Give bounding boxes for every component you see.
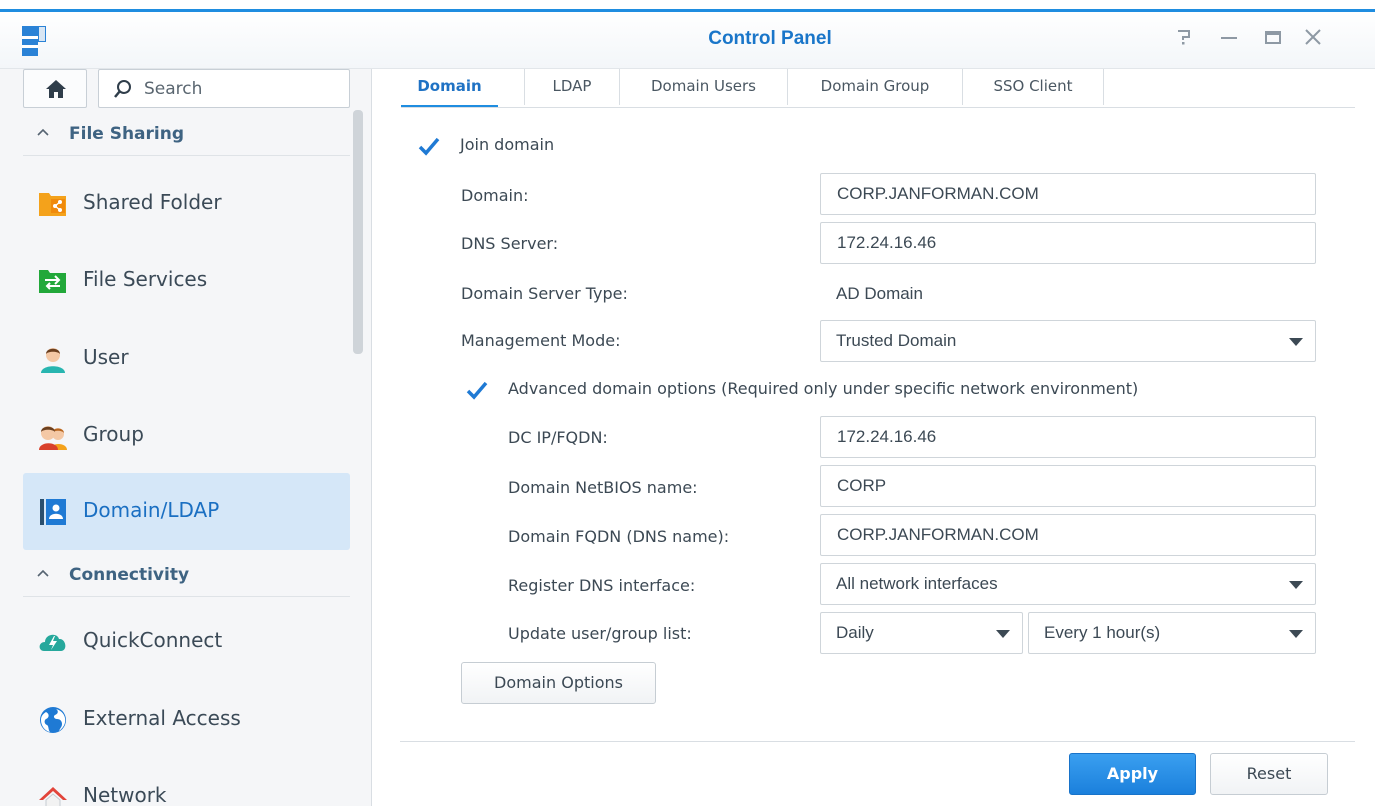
tab-sso-client[interactable]: SSO Client [963,69,1103,108]
sidebar-item-group[interactable]: Group [23,397,350,474]
sidebar-item-shared-folder[interactable]: Shared Folder [23,165,350,242]
join-domain-label: Join domain [460,135,555,154]
shared-folder-icon [39,193,66,216]
maximize-icon[interactable] [1256,24,1290,56]
domain-input[interactable] [837,183,1297,205]
sidebar-item-domain-ldap[interactable]: Domain/LDAP [23,473,350,550]
section-connectivity[interactable]: Connectivity [23,557,350,597]
home-icon [46,80,66,98]
chevron-up-icon [36,125,50,144]
sidebar-item-label: File Services [83,267,208,291]
domain-label: Domain: [461,186,529,205]
group-icon [39,426,67,450]
divider [23,596,350,597]
update-interval-value: Every 1 hour(s) [1044,623,1161,642]
register-dns-label: Register DNS interface: [508,576,696,595]
update-frequency-value: Daily [836,623,874,642]
tab-domain-users[interactable]: Domain Users [620,69,787,108]
dc-ip-field[interactable] [820,416,1316,458]
netbios-field[interactable] [820,465,1316,507]
chevron-down-icon [1289,630,1303,638]
fqdn-input[interactable] [837,524,1297,546]
reset-button[interactable]: Reset [1210,753,1328,795]
chevron-up-icon [36,566,50,585]
sidebar-item-label: Domain/LDAP [83,498,220,522]
server-type-label: Domain Server Type: [461,284,628,303]
dc-ip-input[interactable] [837,426,1297,448]
search-input[interactable] [144,77,342,101]
quickconnect-icon [39,634,66,651]
help-icon[interactable] [1167,24,1201,56]
file-services-icon [39,270,66,293]
external-access-icon [40,707,66,733]
sidebar-item-file-services[interactable]: File Services [23,242,350,319]
chevron-down-icon [996,630,1010,638]
sidebar-item-label: Shared Folder [83,190,222,214]
home-button[interactable] [23,69,87,108]
advanced-options-label: Advanced domain options (Required only u… [508,379,1139,398]
netbios-label: Domain NetBIOS name: [508,478,698,497]
dc-ip-label: DC IP/FQDN: [508,428,608,447]
management-mode-select[interactable]: Trusted Domain [820,320,1316,362]
network-icon [39,787,67,806]
title-bar: Control Panel [0,12,1375,69]
dns-server-field[interactable] [820,222,1316,264]
divider [23,155,350,156]
window-top-accent [0,0,1375,12]
section-label: Connectivity [69,565,190,585]
section-label: File Sharing [69,124,185,144]
domain-ldap-icon [40,499,66,525]
sidebar-item-quickconnect[interactable]: QuickConnect [23,603,350,680]
sidebar: File Sharing Shared Folder File Services… [0,69,372,806]
sidebar-item-label: Group [83,422,144,446]
register-dns-value: All network interfaces [836,574,998,593]
management-mode-value: Trusted Domain [836,331,957,350]
user-icon [41,348,65,373]
fqdn-label: Domain FQDN (DNS name): [508,527,730,546]
management-mode-label: Management Mode: [461,331,621,350]
sidebar-item-user[interactable]: User [23,320,350,397]
sidebar-item-label: User [83,345,129,369]
dns-server-input[interactable] [837,232,1297,254]
sidebar-item-label: QuickConnect [83,628,223,652]
server-type-value: AD Domain [836,284,923,303]
main-panel: Domain LDAP Domain Users Domain Group SS… [373,69,1375,806]
join-domain-checkbox[interactable] [418,135,440,157]
tab-ldap[interactable]: LDAP [525,69,619,108]
update-frequency-select[interactable]: Daily [820,612,1023,654]
sidebar-scrollbar[interactable] [353,110,363,354]
advanced-options-checkbox[interactable] [466,379,488,401]
tab-divider [1103,69,1104,105]
tab-domain[interactable]: Domain [401,69,498,108]
search-box[interactable] [98,69,350,108]
domain-field[interactable] [820,173,1316,215]
fqdn-field[interactable] [820,514,1316,556]
divider [400,741,1355,742]
dns-server-label: DNS Server: [461,234,559,253]
close-icon[interactable] [1296,24,1330,56]
search-icon [114,80,131,98]
section-file-sharing[interactable]: File Sharing [23,116,350,156]
netbios-input[interactable] [837,475,1297,497]
sidebar-item-label: External Access [83,706,241,730]
minimize-icon[interactable] [1212,24,1246,56]
sidebar-item-external-access[interactable]: External Access [23,681,350,758]
apply-button[interactable]: Apply [1069,753,1196,795]
divider [401,107,1355,108]
chevron-down-icon [1289,581,1303,589]
domain-options-button[interactable]: Domain Options [461,662,656,704]
sidebar-item-label: Network [83,783,167,806]
tab-domain-group[interactable]: Domain Group [788,69,962,108]
chevron-down-icon [1289,338,1303,346]
update-list-label: Update user/group list: [508,624,692,643]
register-dns-select[interactable]: All network interfaces [820,563,1316,605]
update-interval-select[interactable]: Every 1 hour(s) [1028,612,1316,654]
sidebar-item-network[interactable]: Network [23,758,350,806]
